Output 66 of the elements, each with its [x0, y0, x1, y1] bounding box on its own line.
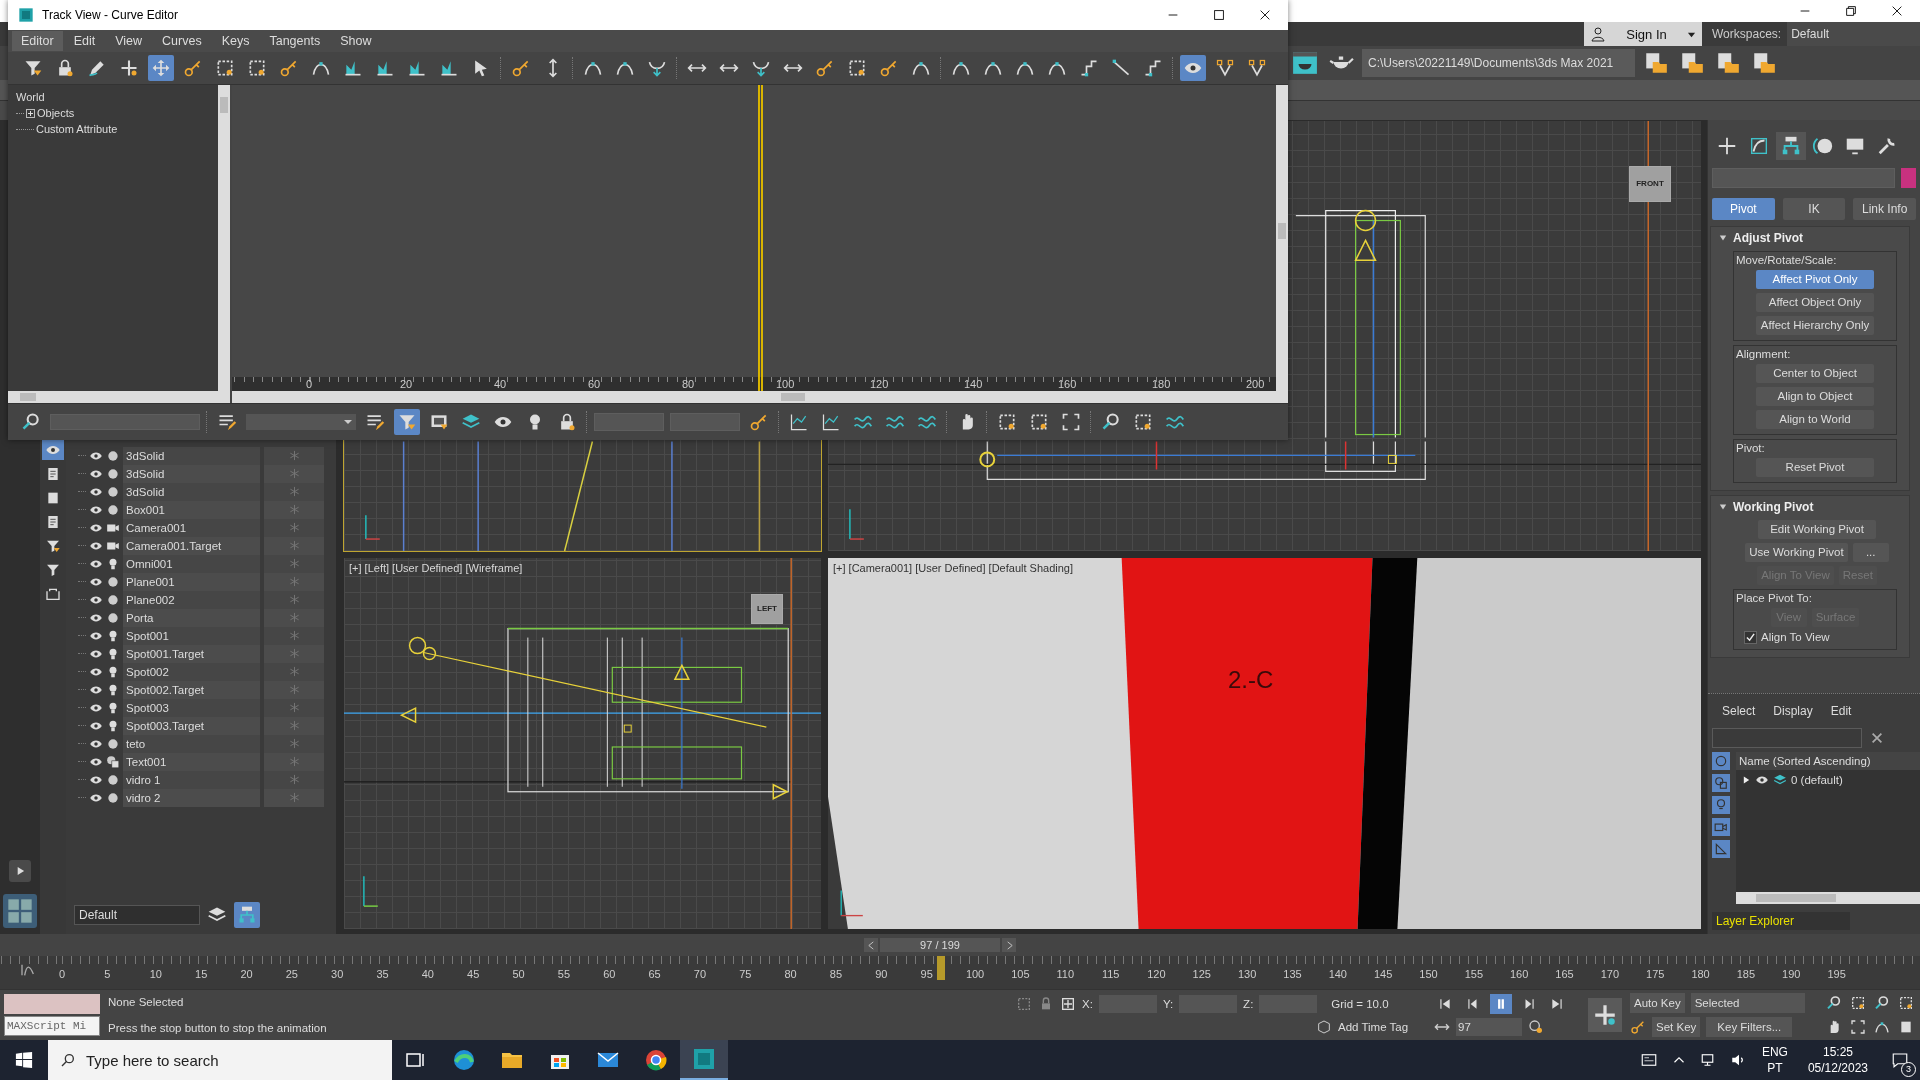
frame-number: 80	[682, 377, 696, 391]
frame-number: 40	[421, 968, 434, 981]
group-label: Alignment:	[1736, 347, 1791, 360]
selection-status: None Selected	[108, 996, 185, 1008]
frame-number: 120	[870, 377, 890, 391]
frame-number: 5	[104, 968, 111, 981]
frame-number: 60	[588, 377, 602, 391]
frame-number: 75	[739, 968, 752, 981]
frame-number: 40	[494, 377, 508, 391]
frame-number: 125	[1192, 968, 1211, 981]
frame-number: 130	[1237, 968, 1257, 981]
frame-number: 150	[1419, 968, 1438, 981]
frame-number: 45	[467, 968, 480, 981]
frame-number: 100	[965, 968, 985, 981]
frame-number: 180	[1691, 968, 1710, 981]
coordinate-label: X:	[1082, 998, 1093, 1010]
frame-number: 90	[875, 968, 888, 981]
frame-number: 15	[195, 968, 208, 981]
group-label: Place Pivot To:	[1736, 591, 1812, 604]
frame-number: 30	[331, 968, 344, 981]
frame-number: 145	[1373, 968, 1393, 981]
workspaces-label: Workspaces:	[1712, 26, 1782, 43]
frame-number: 20	[240, 968, 253, 981]
frame-number: 185	[1736, 968, 1756, 981]
frame-number: 160	[1058, 377, 1078, 391]
frame-number: 120	[1147, 968, 1166, 981]
frame-number: 70	[693, 968, 707, 981]
frame-number: 50	[512, 968, 525, 981]
notification-count: 3	[1901, 1062, 1916, 1077]
group-label: Move/Rotate/Scale:	[1736, 253, 1837, 266]
frame-number: 55	[557, 968, 571, 981]
frame-number: 160	[1510, 968, 1529, 981]
frame-number: 105	[1011, 968, 1030, 981]
frame-number: 180	[1152, 377, 1172, 391]
grid-size-text: Grid = 10.0	[1331, 998, 1389, 1010]
frame-number: 155	[1464, 968, 1483, 981]
frame-number: 20	[400, 377, 414, 391]
frame-number: 175	[1646, 968, 1665, 981]
frame-number: 115	[1101, 968, 1120, 981]
frame-number: 170	[1600, 968, 1620, 981]
window-title: Track View - Curve Editor	[42, 8, 179, 22]
frame-number: 165	[1555, 968, 1574, 981]
frame-number: 0	[59, 968, 66, 981]
frame-number: 80	[784, 968, 797, 981]
coordinate-label: Z:	[1243, 998, 1254, 1010]
frame-number: 110	[1056, 968, 1075, 981]
frame-number: 195	[1827, 968, 1846, 981]
frame-number: 10	[149, 968, 162, 981]
object-text: 2.-C	[1228, 665, 1274, 694]
frame-number: 200	[1246, 377, 1266, 391]
group-label: Pivot:	[1736, 441, 1765, 454]
frame-number: 60	[603, 968, 616, 981]
frame-number: 35	[376, 968, 389, 981]
frame-number: 95	[920, 968, 933, 981]
coordinate-label: Y:	[1162, 998, 1174, 1010]
frame-number: 0	[306, 377, 314, 391]
frame-number: 65	[648, 968, 661, 981]
frame-number: 85	[829, 968, 843, 981]
frame-number: 190	[1782, 968, 1801, 981]
frame-number: 135	[1283, 968, 1302, 981]
frame-number: 140	[1328, 968, 1347, 981]
frame-number: 140	[964, 377, 984, 391]
frame-number: 25	[285, 968, 298, 981]
prompt-text: Press the stop button to stop the animation	[108, 1022, 328, 1034]
checkbox-label: Align To View	[1761, 631, 1830, 644]
frame-number: 100	[776, 377, 796, 391]
